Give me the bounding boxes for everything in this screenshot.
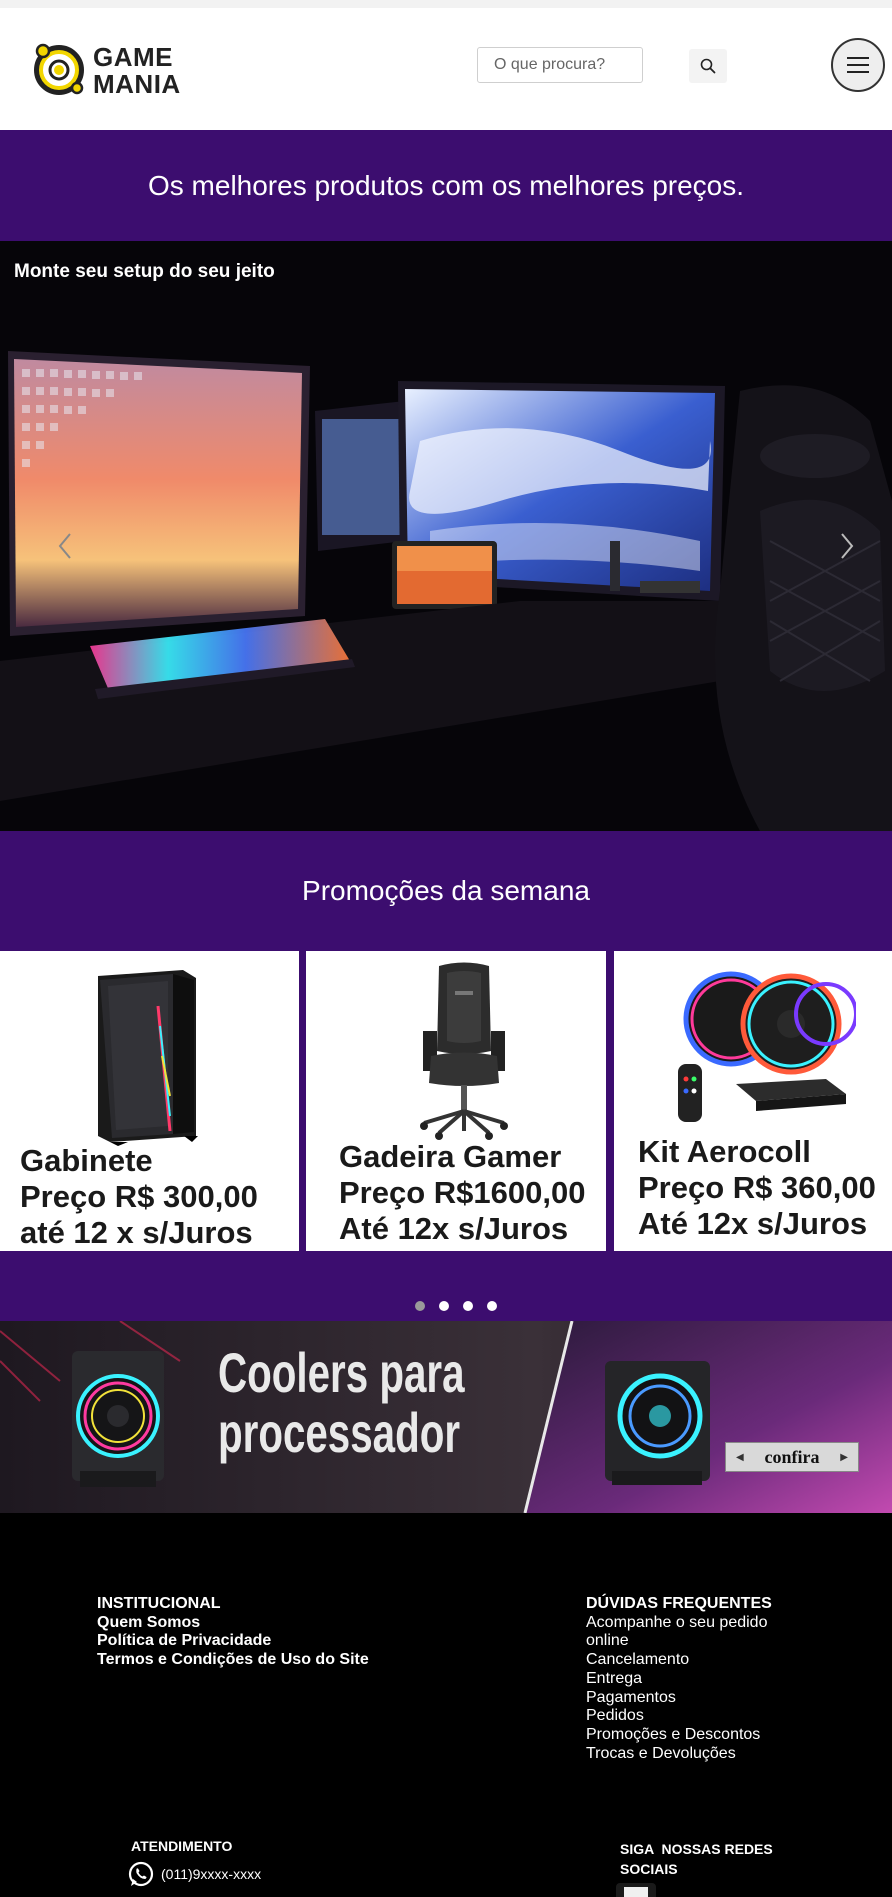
rgb-fan-kit-image — [678, 971, 856, 1122]
gamer-chair-image — [420, 962, 508, 1140]
search-icon — [700, 58, 716, 74]
footer-duvidas: DÚVIDAS FREQUENTES Acompanhe o seu pedid… — [586, 1595, 772, 1763]
carousel-dot-4[interactable] — [487, 1301, 497, 1311]
search-input[interactable] — [477, 47, 643, 83]
hamburger-icon — [847, 57, 869, 73]
hero-caption: Monte seu setup do seu jeito — [14, 261, 275, 282]
logo-mark-icon — [34, 43, 84, 95]
footer-social-title-1: SIGA NOSSAS REDES — [620, 1841, 773, 1857]
coolers-banner-line1: Coolers para — [218, 1341, 465, 1404]
promo-card-installments: até 12 x s/Juros — [20, 1215, 253, 1250]
footer-link-pedidos[interactable]: Pedidos — [586, 1707, 772, 1726]
promo-card-installments: Até 12x s/Juros — [339, 1211, 569, 1246]
logo-wordmark: GAME MANIA — [93, 44, 181, 98]
footer-link-entrega[interactable]: Entrega — [586, 1670, 772, 1689]
footer-social: SIGA NOSSAS REDES SOCIAIS — [616, 1839, 773, 1897]
footer-link-online[interactable]: online — [586, 1632, 772, 1651]
gaming-setup-photo — [0, 241, 892, 831]
footer-duvidas-title: DÚVIDAS FREQUENTES — [586, 1595, 772, 1612]
promotions-title: Promoções da semana — [302, 875, 590, 906]
promo-card-price: Preço R$ 300,00 — [20, 1179, 258, 1214]
footer-link-termos[interactable]: Termos e Condições de Uso do Site — [97, 1651, 369, 1670]
pc-case-image — [98, 970, 198, 1146]
promo-card-name: Gadeira Gamer — [339, 1139, 562, 1174]
tagline-banner: Os melhores produtos com os melhores pre… — [0, 130, 892, 241]
promo-card-kit-aerocool[interactable]: Kit Aerocoll Preço R$ 360,00 Até 12x s/J… — [614, 951, 892, 1251]
chevron-left-icon — [58, 533, 71, 559]
promo-card-cadeira[interactable]: Gadeira Gamer Preço R$1600,00 Até 12x s/… — [306, 951, 606, 1251]
site-footer: INSTITUCIONAL Quem Somos Política de Pri… — [0, 1513, 892, 1897]
hero-carousel[interactable]: Monte seu setup do seu jeito — [0, 241, 892, 831]
carousel-dot-1[interactable] — [415, 1301, 425, 1311]
hamburger-menu-button[interactable] — [831, 38, 885, 92]
promo-card-installments: Até 12x s/Juros — [638, 1206, 868, 1241]
social-icon[interactable] — [616, 1883, 656, 1897]
search-button[interactable] — [689, 49, 727, 83]
footer-institucional: INSTITUCIONAL Quem Somos Política de Pri… — [97, 1595, 369, 1670]
logo-text-mania: MANIA — [93, 69, 181, 99]
confira-button[interactable]: ◀ confira ▶ — [725, 1442, 859, 1472]
whatsapp-icon — [128, 1861, 154, 1887]
footer-link-privacidade[interactable]: Política de Privacidade — [97, 1632, 369, 1651]
site-header: GAME MANIA — [0, 8, 892, 130]
footer-link-quem-somos[interactable]: Quem Somos — [97, 1614, 369, 1633]
footer-link-promocoes[interactable]: Promoções e Descontos — [586, 1726, 772, 1745]
promotions-section-header: Promoções da semana — [0, 831, 892, 951]
footer-link-acompanhe[interactable]: Acompanhe o seu pedido — [586, 1614, 772, 1633]
coolers-banner-headline: Coolers para processador — [218, 1343, 464, 1463]
arrow-right-icon: ▶ — [840, 1451, 848, 1463]
tagline-text: Os melhores produtos com os melhores pre… — [147, 169, 745, 201]
footer-phone: (011)9xxxx-xxxx — [161, 1866, 262, 1882]
chevron-right-icon — [841, 533, 854, 559]
footer-link-trocas[interactable]: Trocas e Devoluções — [586, 1745, 772, 1764]
footer-link-pagamentos[interactable]: Pagamentos — [586, 1689, 772, 1708]
logo-text-game: GAME — [93, 42, 173, 72]
footer-atendimento-title: ATENDIMENTO — [131, 1838, 233, 1854]
promo-card-name: Kit Aerocoll — [638, 1134, 811, 1169]
carousel-dot-2[interactable] — [439, 1301, 449, 1311]
promo-card-price: Preço R$ 360,00 — [638, 1170, 876, 1205]
footer-phone-row[interactable]: (011)9xxxx-xxxx — [127, 1860, 261, 1888]
game-mania-logo[interactable]: GAME MANIA — [33, 38, 193, 108]
promotions-carousel: Gabinete Preço R$ 300,00 até 12 x s/Juro… — [0, 951, 892, 1251]
confira-label: confira — [764, 1446, 820, 1467]
carousel-next-button[interactable] — [832, 521, 862, 571]
carousel-prev-button[interactable] — [50, 521, 80, 571]
arrow-left-icon: ◀ — [736, 1451, 744, 1463]
footer-atendimento: ATENDIMENTO (011)9xxxx-xxxx — [128, 1838, 261, 1887]
coolers-banner-line2: processador — [218, 1401, 461, 1464]
promo-card-name: Gabinete — [20, 1143, 153, 1178]
promo-card-gabinete[interactable]: Gabinete Preço R$ 300,00 até 12 x s/Juro… — [0, 951, 299, 1251]
footer-social-title-2: SOCIAIS — [620, 1861, 678, 1877]
promo-card-price: Preço R$1600,00 — [339, 1175, 586, 1210]
footer-link-cancelamento[interactable]: Cancelamento — [586, 1651, 772, 1670]
carousel-dot-3[interactable] — [463, 1301, 473, 1311]
footer-institucional-title: INSTITUCIONAL — [97, 1595, 221, 1612]
top-edge — [0, 0, 892, 8]
coolers-promo-banner[interactable]: Coolers para processador ◀ confira ▶ — [0, 1321, 892, 1513]
